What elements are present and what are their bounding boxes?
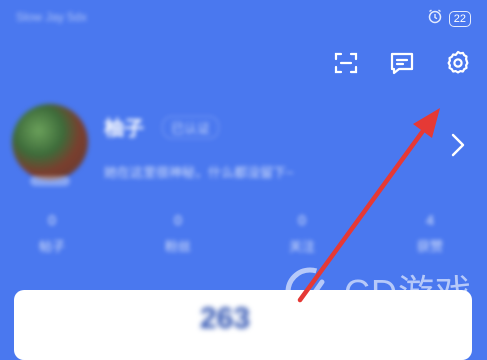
stat-label: 帖子 <box>38 239 65 254</box>
status-bar-carrier: Slow Jay 5dx <box>16 10 87 24</box>
settings-button[interactable] <box>443 50 473 80</box>
avatar[interactable] <box>12 104 88 180</box>
top-toolbar <box>331 50 473 80</box>
chevron-right-icon <box>448 133 468 164</box>
watermark-logo <box>282 264 338 325</box>
profile-detail-button[interactable] <box>448 130 468 165</box>
scan-icon <box>332 49 360 82</box>
profile-name: 柚子 <box>104 118 144 140</box>
stat-count: 0 <box>48 212 56 228</box>
stat-posts[interactable]: 0 帖子 <box>22 212 82 255</box>
avatar-badge <box>30 176 70 186</box>
gear-icon <box>444 49 472 82</box>
status-bar-right: 22 <box>427 8 471 29</box>
profile-tag: 已认证 <box>162 116 220 139</box>
profile-bio: 她在这里很神秘，什么都没留下~ <box>104 165 294 180</box>
scan-button[interactable] <box>331 50 361 80</box>
stat-label: 关注 <box>288 239 315 254</box>
stat-likes[interactable]: 4 获赞 <box>400 212 460 255</box>
messages-button[interactable] <box>387 50 417 80</box>
battery-indicator: 22 <box>448 10 471 27</box>
stat-count: 0 <box>298 212 306 228</box>
alarm-icon <box>427 8 443 29</box>
stat-label: 粉丝 <box>164 239 191 254</box>
stat-label: 获赞 <box>416 239 443 254</box>
message-icon <box>388 49 416 82</box>
stat-count: 0 <box>174 212 182 228</box>
watermark-url: www.cd6.com <box>348 306 434 320</box>
stat-following[interactable]: 0 关注 <box>272 212 332 255</box>
stat-fans[interactable]: 0 粉丝 <box>148 212 208 255</box>
summary-card-value: 263 <box>200 302 251 335</box>
stat-count: 4 <box>426 212 434 228</box>
